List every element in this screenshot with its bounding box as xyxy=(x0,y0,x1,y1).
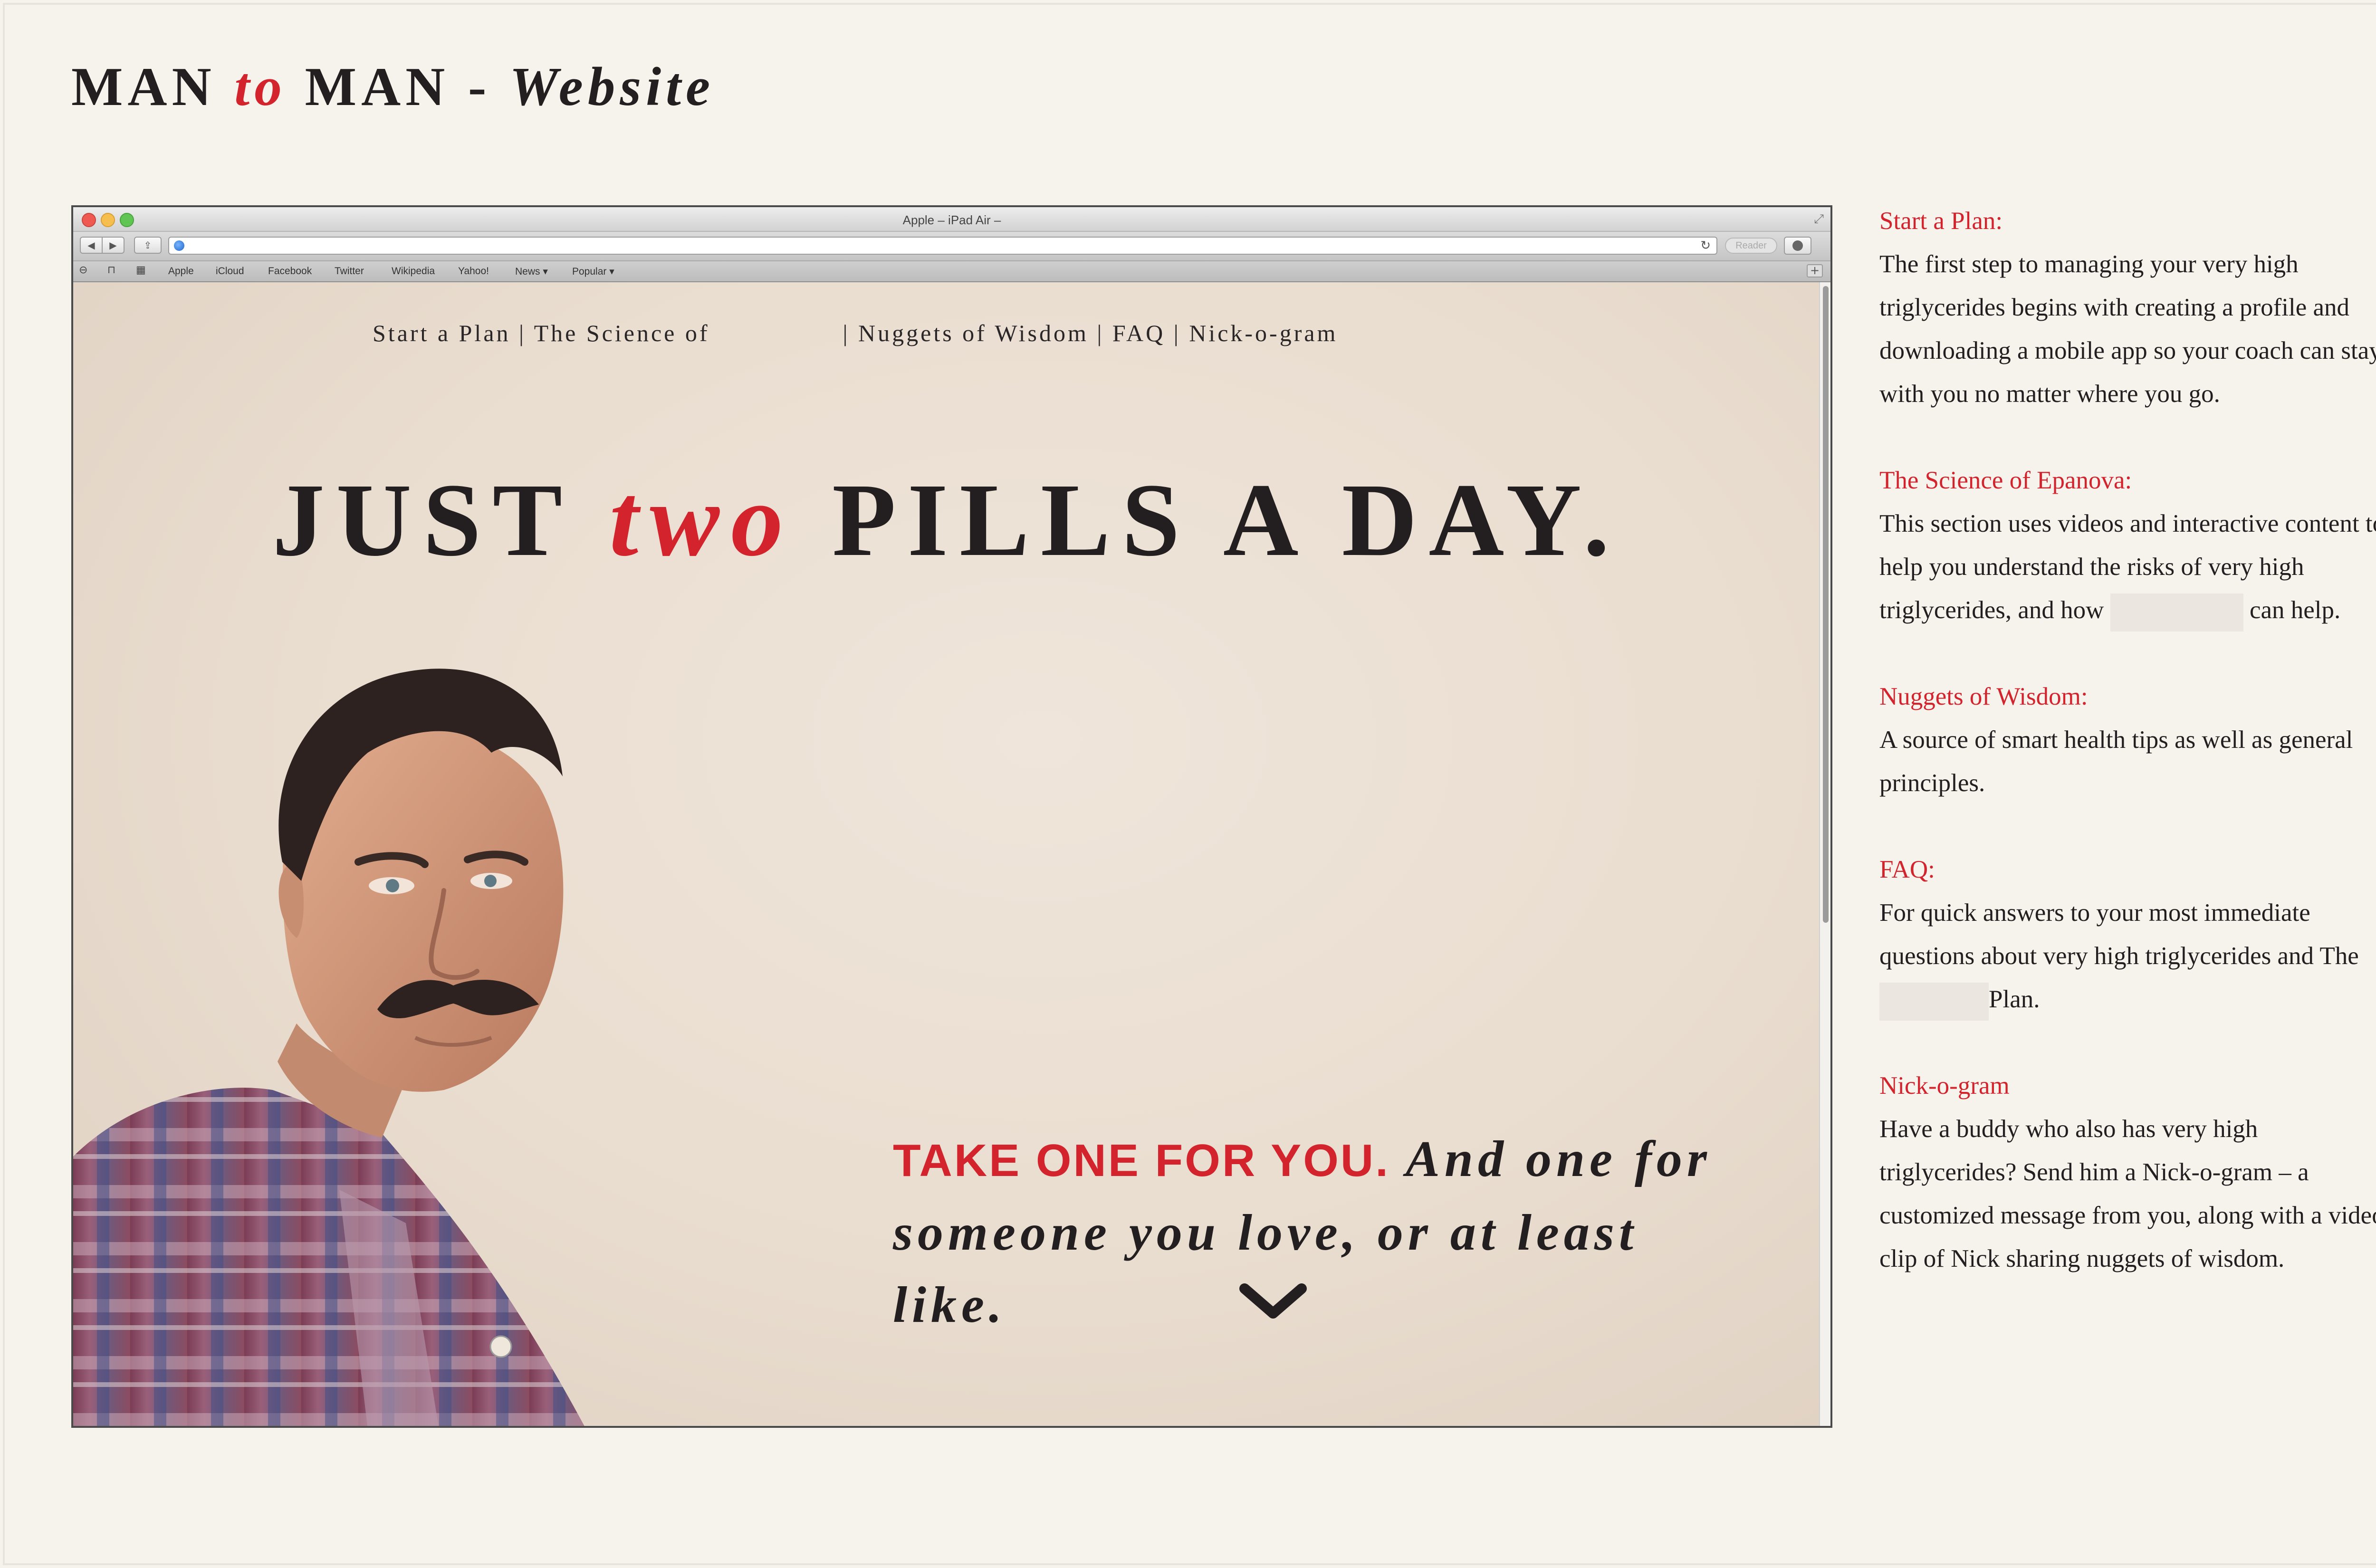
desc-heading: Nick-o-gram xyxy=(1879,1072,2010,1100)
hero-tagline: TAKE ONE FOR YOU. And one for someone yo… xyxy=(893,1131,1712,1333)
desc-science: The Science of Epanova: This section use… xyxy=(1879,459,2376,632)
bookmark-item[interactable]: Apple xyxy=(168,266,194,277)
bookmarks-bar: ⊖ ⊓ ▦ Apple iCloud Facebook Twitter Wiki… xyxy=(73,261,1830,282)
nav-separator: | xyxy=(843,320,859,346)
new-tab-button[interactable]: + xyxy=(1807,264,1823,277)
address-bar[interactable]: ↻ xyxy=(168,237,1717,255)
desc-body: The first step to managing your very hig… xyxy=(1879,250,2376,408)
desc-nuggets: Nuggets of Wisdom: A source of smart hea… xyxy=(1879,675,2376,805)
share-icon: ⇪ xyxy=(144,239,152,251)
scrollbar-thumb[interactable] xyxy=(1823,286,1829,923)
bookmark-item[interactable]: Wikipedia xyxy=(392,266,435,277)
bookmark-item[interactable]: Popular ▾ xyxy=(572,266,614,277)
page-title: MAN to MAN - Website xyxy=(71,57,715,117)
desc-body: This section uses videos and interactive… xyxy=(1879,502,2376,632)
download-icon xyxy=(1792,240,1803,251)
reload-icon[interactable]: ↻ xyxy=(1700,239,1711,253)
desc-heading: FAQ: xyxy=(1879,856,1935,883)
desc-body: A source of smart health tips as well as… xyxy=(1879,726,2353,797)
downloads-button[interactable] xyxy=(1784,237,1811,255)
back-arrow-icon: ◀ xyxy=(87,239,95,251)
man-portrait xyxy=(73,669,584,1426)
section-descriptions: Start a Plan: The first step to managing… xyxy=(1879,200,2376,1324)
hero-headline: JUST two PILLS A DAY. xyxy=(272,462,1621,578)
globe-icon xyxy=(174,240,184,251)
browser-toolbar: ◀ ▶ ⇪ ↻ Reader xyxy=(73,232,1830,261)
desc-heading: The Science of Epanova: xyxy=(1879,467,2132,494)
scrollbar[interactable] xyxy=(1819,282,1830,1426)
back-button[interactable]: ◀ xyxy=(80,237,103,254)
nav-science[interactable]: The Science of xyxy=(534,320,710,346)
desc-heading: Start a Plan: xyxy=(1879,207,2003,235)
desc-faq: FAQ: For quick answers to your most imme… xyxy=(1879,848,2376,1021)
bookmark-item[interactable]: Yahoo! xyxy=(458,266,489,277)
nav-separator: | xyxy=(510,320,534,346)
chevron-down-icon[interactable] xyxy=(1237,1280,1309,1323)
bookmarks-book-icon[interactable]: ⊓ xyxy=(107,264,115,276)
nav-nickogram[interactable]: Nick-o-gram xyxy=(1189,320,1338,346)
reading-list-icon[interactable]: ⊖ xyxy=(79,264,87,276)
nav-start-plan[interactable]: Start a Plan xyxy=(373,320,511,346)
desc-heading: Nuggets of Wisdom: xyxy=(1879,683,2088,710)
bookmark-item[interactable]: Twitter xyxy=(335,266,364,277)
nav-nuggets[interactable]: Nuggets of Wisdom xyxy=(858,320,1089,346)
desc-start-plan: Start a Plan: The first step to managing… xyxy=(1879,200,2376,416)
top-sites-grid-icon[interactable]: ▦ xyxy=(136,264,146,276)
redacted-brand xyxy=(1879,982,1989,1021)
bookmark-item[interactable]: News ▾ xyxy=(515,266,548,277)
reader-button[interactable]: Reader xyxy=(1725,238,1777,254)
nav-faq[interactable]: FAQ xyxy=(1112,320,1165,346)
bookmark-item[interactable]: Facebook xyxy=(268,266,312,277)
share-button[interactable]: ⇪ xyxy=(134,237,162,254)
desc-body: For quick answers to your most immediate… xyxy=(1879,891,2376,1021)
bookmark-item[interactable]: iCloud xyxy=(216,266,244,277)
desc-body: Have a buddy who also has very high trig… xyxy=(1879,1115,2376,1272)
forward-button[interactable]: ▶ xyxy=(102,237,125,254)
nav-separator: | xyxy=(1165,320,1189,346)
browser-window: Apple – iPad Air – ⤢ ◀ ▶ ⇪ ↻ Reader ⊖ ⊓ … xyxy=(71,205,1832,1428)
browser-titlebar: Apple – iPad Air – ⤢ xyxy=(73,207,1830,232)
web-page-content: Start a Plan | The Science of | Nuggets o… xyxy=(73,282,1830,1426)
redacted-brand xyxy=(2110,593,2243,631)
forward-arrow-icon: ▶ xyxy=(109,239,117,251)
window-title: Apple – iPad Air – xyxy=(902,213,1001,227)
site-nav: Start a Plan | The Science of | Nuggets o… xyxy=(373,319,1338,347)
desc-nickogram: Nick-o-gram Have a buddy who also has ve… xyxy=(1879,1064,2376,1281)
nav-separator: | xyxy=(1088,320,1112,346)
fullscreen-icon[interactable]: ⤢ xyxy=(1814,212,1824,227)
